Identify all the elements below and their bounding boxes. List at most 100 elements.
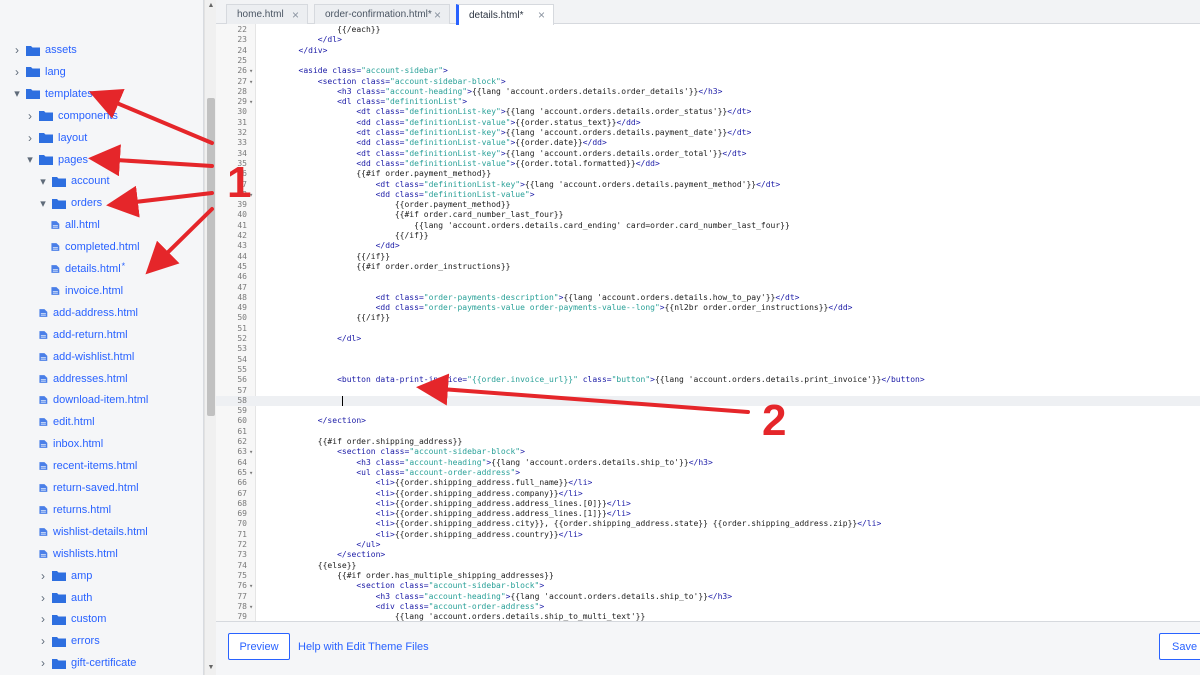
sidebar-item-add-wishlist[interactable]: add-wishlist.html bbox=[0, 346, 203, 368]
code-line[interactable]: 36 {{#if order.payment_method}} bbox=[216, 169, 1200, 179]
close-icon[interactable]: × bbox=[434, 8, 441, 22]
code-line[interactable]: 22 {{/each}} bbox=[216, 25, 1200, 35]
code-line[interactable]: 53 bbox=[216, 344, 1200, 354]
fold-chevron-icon[interactable]: ▾ bbox=[249, 447, 253, 457]
save-button[interactable]: Save & bbox=[1159, 633, 1200, 660]
code-line[interactable]: 67 <li>{{order.shipping_address.company}… bbox=[216, 489, 1200, 499]
sidebar-item-details[interactable]: details.html * bbox=[0, 258, 203, 280]
code-line[interactable]: 65 ▾ <ul class="account-order-address"> bbox=[216, 468, 1200, 478]
sidebar-item-return-saved[interactable]: return-saved.html bbox=[0, 477, 203, 499]
code-line[interactable]: 72 </ul> bbox=[216, 540, 1200, 550]
sidebar-item-edit[interactable]: edit.html bbox=[0, 411, 203, 433]
sidebar-item-download-item[interactable]: download-item.html bbox=[0, 389, 203, 411]
help-link[interactable]: Help with Edit Theme Files bbox=[298, 641, 429, 653]
fold-chevron-icon[interactable]: ▾ bbox=[249, 66, 253, 76]
fold-chevron-icon[interactable]: ▾ bbox=[249, 468, 253, 478]
tab-home-html[interactable]: home.html × bbox=[226, 4, 308, 24]
chevron-right-icon[interactable]: › bbox=[38, 591, 48, 605]
sidebar-item-pages[interactable]: ▾ pages bbox=[0, 149, 203, 171]
sidebar-item-invoice[interactable]: invoice.html bbox=[0, 280, 203, 302]
code-line[interactable]: 63 ▾ <section class="account-sidebar-bloc… bbox=[216, 447, 1200, 457]
sidebar-item-all[interactable]: all.html bbox=[0, 214, 203, 236]
sidebar-item-custom[interactable]: › custom bbox=[0, 608, 203, 630]
sidebar-item-completed[interactable]: completed.html bbox=[0, 236, 203, 258]
code-line[interactable]: 40 {{#if order.card_number_last_four}} bbox=[216, 210, 1200, 220]
code-line[interactable]: 39 {{order.payment_method}} bbox=[216, 200, 1200, 210]
sidebar-scrollbar-thumb[interactable] bbox=[207, 98, 215, 416]
sidebar-item-auth[interactable]: › auth bbox=[0, 587, 203, 609]
sidebar-item-layout[interactable]: › layout bbox=[0, 127, 203, 149]
code-line[interactable]: 37 <dt class="definitionList-key">{{lang… bbox=[216, 180, 1200, 190]
chevron-right-icon[interactable]: › bbox=[12, 65, 22, 79]
chevron-down-icon[interactable]: ▾ bbox=[38, 175, 48, 188]
code-line[interactable]: 52 </dl> bbox=[216, 334, 1200, 344]
chevron-down-icon[interactable]: ▾ bbox=[25, 153, 35, 166]
code-line[interactable]: 44 {{/if}} bbox=[216, 252, 1200, 262]
code-line[interactable]: 77 <h3 class="account-heading">{{lang 'a… bbox=[216, 592, 1200, 602]
sidebar-item-errors[interactable]: › errors bbox=[0, 630, 203, 652]
code-line[interactable]: 74 {{else}} bbox=[216, 561, 1200, 571]
fold-chevron-icon[interactable]: ▾ bbox=[249, 97, 253, 107]
code-line[interactable]: 24 </div> bbox=[216, 46, 1200, 56]
code-line[interactable]: 76 ▾ <section class="account-sidebar-bloc… bbox=[216, 581, 1200, 591]
code-line[interactable]: 55 bbox=[216, 365, 1200, 375]
chevron-down-icon[interactable]: ▾ bbox=[12, 87, 22, 100]
code-line[interactable]: 34 <dt class="definitionList-key">{{lang… bbox=[216, 149, 1200, 159]
sidebar-item-returns[interactable]: returns.html bbox=[0, 499, 203, 521]
sidebar-item-assets[interactable]: › assets bbox=[0, 39, 203, 61]
sidebar-scrollbar[interactable]: ▲ ▼ bbox=[204, 0, 216, 675]
code-line[interactable]: 32 <dt class="definitionList-key">{{lang… bbox=[216, 128, 1200, 138]
chevron-down-icon[interactable]: ▾ bbox=[38, 197, 48, 210]
code-line[interactable]: 30 <dt class="definitionList-key">{{lang… bbox=[216, 107, 1200, 117]
sidebar-item-wishlist-details[interactable]: wishlist-details.html bbox=[0, 521, 203, 543]
sidebar-item-lang[interactable]: › lang bbox=[0, 61, 203, 83]
sidebar-item-gift-certificate[interactable]: › gift-certificate bbox=[0, 652, 203, 674]
code-line[interactable]: 54 bbox=[216, 355, 1200, 365]
close-icon[interactable]: × bbox=[538, 8, 545, 22]
chevron-right-icon[interactable]: › bbox=[38, 569, 48, 583]
tab-details-html[interactable]: details.html * × bbox=[456, 4, 554, 25]
code-line[interactable]: 46 bbox=[216, 272, 1200, 282]
fold-chevron-icon[interactable]: ▾ bbox=[249, 581, 253, 591]
sidebar-item-wishlists[interactable]: wishlists.html bbox=[0, 543, 203, 565]
code-line[interactable]: 45 {{#if order.order_instructions}} bbox=[216, 262, 1200, 272]
sidebar-item-orders[interactable]: ▾ orders bbox=[0, 192, 203, 214]
chevron-right-icon[interactable]: › bbox=[12, 43, 22, 57]
code-line[interactable]: 47 bbox=[216, 283, 1200, 293]
code-line[interactable]: 50 {{/if}} bbox=[216, 313, 1200, 323]
chevron-right-icon[interactable]: › bbox=[38, 612, 48, 626]
code-line[interactable]: 31 <dd class="definitionList-value">{{or… bbox=[216, 118, 1200, 128]
code-line[interactable]: 68 <li>{{order.shipping_address.address_… bbox=[216, 499, 1200, 509]
sidebar-item-addresses[interactable]: addresses.html bbox=[0, 368, 203, 390]
code-line[interactable]: 29 ▾ <dl class="definitionList"> bbox=[216, 97, 1200, 107]
code-line[interactable]: 79 {{lang 'account.orders.details.ship_t… bbox=[216, 612, 1200, 621]
code-line[interactable]: 71 <li>{{order.shipping_address.country}… bbox=[216, 530, 1200, 540]
chevron-right-icon[interactable]: › bbox=[38, 656, 48, 670]
chevron-right-icon[interactable]: › bbox=[25, 109, 35, 123]
tab-order-confirmation-html[interactable]: order-confirmation.html * × bbox=[314, 4, 450, 24]
sidebar-item-add-return[interactable]: add-return.html bbox=[0, 324, 203, 346]
code-line[interactable]: 69 <li>{{order.shipping_address.address_… bbox=[216, 509, 1200, 519]
code-line[interactable]: 48 <dt class="order-payments-description… bbox=[216, 293, 1200, 303]
code-line[interactable]: 33 <dd class="definitionList-value">{{or… bbox=[216, 138, 1200, 148]
code-line[interactable]: 64 <h3 class="account-heading">{{lang 'a… bbox=[216, 458, 1200, 468]
code-line[interactable]: 51 bbox=[216, 324, 1200, 334]
code-line[interactable]: 49 <dd class="order-payments-value order… bbox=[216, 303, 1200, 313]
code-line[interactable]: 75 {{#if order.has_multiple_shipping_add… bbox=[216, 571, 1200, 581]
sidebar-item-inbox[interactable]: inbox.html bbox=[0, 433, 203, 455]
fold-chevron-icon[interactable]: ▾ bbox=[249, 602, 253, 612]
sidebar-item-recent-items[interactable]: recent-items.html bbox=[0, 455, 203, 477]
sidebar-item-add-address[interactable]: add-address.html bbox=[0, 302, 203, 324]
code-line[interactable]: 60 </section> bbox=[216, 416, 1200, 426]
code-line[interactable]: 66 <li>{{order.shipping_address.full_nam… bbox=[216, 478, 1200, 488]
code-line[interactable]: 58 bbox=[216, 395, 1200, 407]
chevron-right-icon[interactable]: › bbox=[25, 131, 35, 145]
preview-button[interactable]: Preview bbox=[228, 633, 290, 660]
code-line[interactable]: 62 {{#if order.shipping_address}} bbox=[216, 437, 1200, 447]
code-line[interactable]: 41 {{lang 'account.orders.details.card_e… bbox=[216, 221, 1200, 231]
code-line[interactable]: 38 ▾ <dd class="definitionList-value"> bbox=[216, 190, 1200, 200]
code-line[interactable]: 28 <h3 class="account-heading">{{lang 'a… bbox=[216, 87, 1200, 97]
code-line[interactable]: 70 <li>{{order.shipping_address.city}}, … bbox=[216, 519, 1200, 529]
code-line[interactable]: 56 <button data-print-invoice="{{order.i… bbox=[216, 375, 1200, 385]
sidebar-item-account[interactable]: ▾ account bbox=[0, 170, 203, 192]
